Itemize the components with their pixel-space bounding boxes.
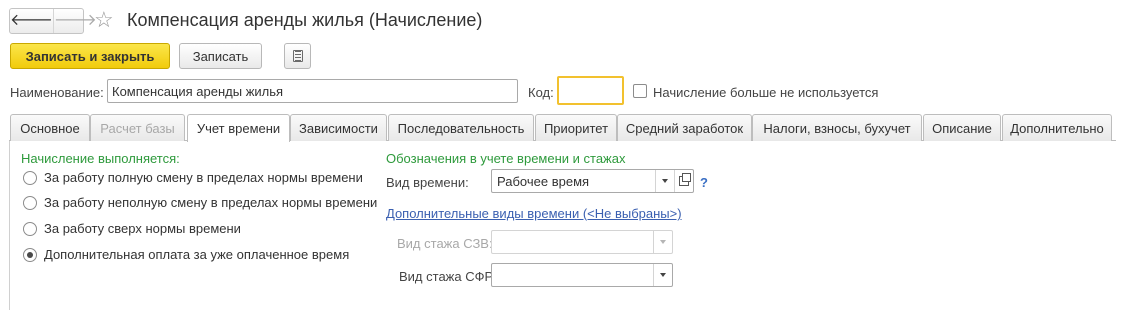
tab-time-accounting[interactable]: Учет времени xyxy=(187,114,290,142)
tab-additional[interactable]: Дополнительно xyxy=(1002,114,1112,141)
designations-heading: Обозначения в учете времени и стажах xyxy=(386,151,626,166)
save-button[interactable]: Записать xyxy=(179,43,262,69)
accrual-heading: Начисление выполняется: xyxy=(21,151,180,166)
code-label: Код: xyxy=(528,85,554,100)
radio-full-shift[interactable] xyxy=(23,171,37,185)
tab-taxes-accounting[interactable]: Налоги, взносы, бухучет xyxy=(752,114,922,141)
window-title: Компенсация аренды жилья (Начисление) xyxy=(127,10,483,30)
tab-description[interactable]: Описание xyxy=(923,114,1001,141)
radio-extra-payment[interactable] xyxy=(23,248,37,262)
tab-main[interactable]: Основное xyxy=(10,114,90,141)
tab-average-earnings[interactable]: Средний заработок xyxy=(617,114,752,141)
sfr-label: Вид стажа СФР: xyxy=(399,269,497,284)
unused-checkbox[interactable] xyxy=(633,84,647,98)
open-icon[interactable] xyxy=(674,170,693,192)
more-actions-button[interactable] xyxy=(284,43,311,69)
sfr-select[interactable] xyxy=(491,263,673,287)
dropdown-arrow-icon xyxy=(653,231,672,253)
tab-panel-border xyxy=(9,141,10,310)
extra-time-types-link[interactable]: Дополнительные виды времени (<Не выбраны… xyxy=(386,206,682,221)
dropdown-arrow-icon[interactable] xyxy=(655,170,674,192)
back-arrow-icon[interactable]: 🡐 xyxy=(10,9,54,33)
radio-overtime-label[interactable]: За работу сверх нормы времени xyxy=(44,221,241,236)
name-input[interactable]: Компенсация аренды жилья xyxy=(107,79,518,103)
dropdown-arrow-icon[interactable] xyxy=(653,264,672,286)
time-type-value: Рабочее время xyxy=(497,173,590,189)
radio-selected-dot xyxy=(27,252,33,258)
szv-value xyxy=(492,231,653,253)
time-type-label: Вид времени: xyxy=(386,175,469,190)
help-icon[interactable]: ? xyxy=(700,175,708,190)
code-input[interactable] xyxy=(557,76,624,105)
radio-part-shift[interactable] xyxy=(23,196,37,210)
history-nav: 🡐 🡒 xyxy=(9,8,97,34)
sfr-value xyxy=(492,264,653,286)
name-label: Наименование: xyxy=(10,85,104,100)
radio-part-shift-label[interactable]: За работу неполную смену в пределах норм… xyxy=(44,195,377,210)
tab-dependencies[interactable]: Зависимости xyxy=(290,114,387,141)
szv-select xyxy=(491,230,673,254)
tab-priority[interactable]: Приоритет xyxy=(535,114,617,141)
radio-extra-payment-label[interactable]: Дополнительная оплата за уже оплаченное … xyxy=(44,247,349,262)
favorite-star-icon[interactable]: ☆ xyxy=(94,8,114,32)
menu-list-icon xyxy=(292,50,303,62)
radio-full-shift-label[interactable]: За работу полную смену в пределах нормы … xyxy=(44,170,363,185)
tab-sequence[interactable]: Последовательность xyxy=(388,114,534,141)
save-and-close-button[interactable]: Записать и закрыть xyxy=(10,43,170,69)
time-type-select[interactable]: Рабочее время xyxy=(491,169,694,193)
unused-checkbox-label[interactable]: Начисление больше не используется xyxy=(653,85,878,100)
tab-base-calculation: Расчет базы xyxy=(90,114,185,141)
radio-overtime[interactable] xyxy=(23,222,37,236)
forward-arrow-icon[interactable]: 🡒 xyxy=(54,9,97,33)
szv-label: Вид стажа СЗВ: xyxy=(397,236,493,251)
